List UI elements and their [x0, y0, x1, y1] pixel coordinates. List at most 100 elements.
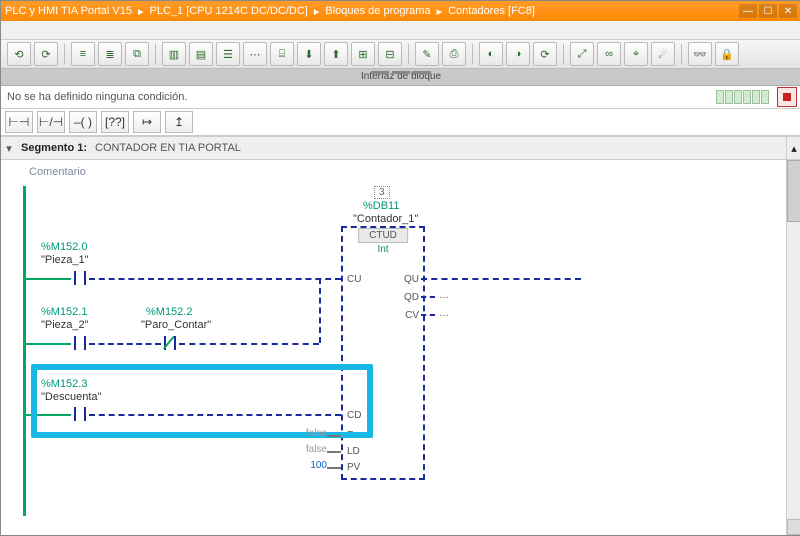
instance-index: 3	[374, 186, 390, 199]
segment-header: ▾ Segmento 1: CONTADOR EN TIA PORTAL ▴	[1, 136, 800, 160]
toolbar-button[interactable]: ▤	[189, 42, 213, 66]
power-rail	[23, 186, 26, 516]
ctud-block[interactable]: CTUD Int CU CD R LD PV QU QD CV	[341, 226, 425, 480]
breadcrumb-item[interactable]: PLC_1 [CPU 1214C DC/DC/DC]	[150, 5, 308, 17]
wire-cv	[421, 314, 435, 316]
pin-qu[interactable]: QU	[404, 274, 419, 285]
maximize-button[interactable]: ☐	[759, 4, 777, 18]
toolbar-button[interactable]: ⬆	[324, 42, 348, 66]
instance-db-address[interactable]: %DB11	[363, 200, 399, 212]
segment-comment[interactable]: Comentario	[1, 160, 786, 186]
toolbar-button[interactable]: ⧉	[125, 42, 149, 66]
lad-toolbar: ⊢⊣ ⊢/⊣ –( ) [??] ↦ ↥	[1, 109, 800, 136]
toolbar-button[interactable]: ✎	[415, 42, 439, 66]
minimize-button[interactable]: —	[739, 4, 757, 18]
pin-cu[interactable]: CU	[347, 274, 361, 285]
no-contact[interactable]	[71, 269, 89, 287]
toolbar-button[interactable]: 👓	[688, 42, 712, 66]
selection-highlight	[31, 364, 373, 438]
toolbar-button[interactable]: ⟳	[34, 42, 58, 66]
wire	[89, 278, 341, 280]
segment-title[interactable]: CONTADOR EN TIA PORTAL	[95, 142, 241, 154]
toolbar-button[interactable]: ☰	[216, 42, 240, 66]
toolbar-button[interactable]: ⬇	[297, 42, 321, 66]
toolbar-button[interactable]: ◑	[506, 42, 530, 66]
menu-bar[interactable]	[1, 21, 800, 40]
open-branch-button[interactable]: ↦	[133, 111, 161, 133]
breadcrumb-sep: ▸	[314, 5, 320, 18]
insert-box-button[interactable]: [??]	[101, 111, 129, 133]
tia-portal-window: PLC y HMI TIA Portal V15 ▸ PLC_1 [CPU 12…	[0, 0, 800, 536]
breadcrumb-item[interactable]: PLC y HMI TIA Portal V15	[5, 5, 132, 17]
param-stub	[327, 435, 341, 437]
operand-name[interactable]: "Pieza_2"	[41, 319, 89, 331]
vertical-scrollbar[interactable]	[786, 160, 800, 535]
toolbar-button[interactable]: ⋯	[243, 42, 267, 66]
param-stub	[327, 451, 341, 453]
scroll-down-button[interactable]	[787, 519, 800, 535]
operand-address[interactable]: %M152.0	[41, 241, 87, 253]
condition-row: No se ha definido ninguna condición.	[1, 86, 800, 109]
wire	[26, 343, 71, 345]
block-datatype: Int	[377, 244, 388, 255]
scrollbar-thumb[interactable]	[787, 160, 800, 222]
insert-coil-button[interactable]: –( )	[69, 111, 97, 133]
toolbar-button[interactable]: ◐	[479, 42, 503, 66]
nc-contact[interactable]	[161, 334, 179, 352]
toolbar-button[interactable]: ⤢	[570, 42, 594, 66]
breadcrumb-sep: ▸	[437, 5, 443, 18]
no-contact[interactable]	[71, 334, 89, 352]
wire	[89, 343, 161, 345]
main-toolbar: ⟲ ⟳ ≡ ≣ ⧉ ▥ ▤ ☰ ⋯ ⌸ ⬇ ⬆ ⊞ ⊟ ✎ ⎙ ◐ ◑ ⟳ ⤢ …	[1, 40, 800, 69]
param-ld-value[interactable]: false	[301, 444, 327, 455]
wire	[26, 278, 71, 280]
operand-address[interactable]: %M152.2	[146, 306, 192, 318]
toolbar-button[interactable]: ≣	[98, 42, 122, 66]
breadcrumb-sep: ▸	[138, 5, 144, 18]
segment-disclosure[interactable]: ▾	[1, 142, 17, 155]
scroll-up-button[interactable]: ▴	[786, 137, 800, 159]
toolbar-button[interactable]: ∞	[597, 42, 621, 66]
wire	[179, 343, 319, 345]
breadcrumb-item[interactable]: Contadores [FC8]	[448, 5, 535, 17]
network-canvas[interactable]: 3 %DB11 "Contador_1" CTUD Int CU CD R LD…	[1, 186, 786, 516]
title-bar: PLC y HMI TIA Portal V15 ▸ PLC_1 [CPU 12…	[1, 1, 800, 21]
led-strip-icon	[716, 90, 769, 104]
pin-pv[interactable]: PV	[347, 462, 360, 473]
toolbar-button[interactable]: ⟳	[533, 42, 557, 66]
lad-editor[interactable]: Comentario 3 %DB11 "Contador_1" CTUD Int…	[1, 160, 786, 535]
stop-button[interactable]	[777, 87, 797, 107]
close-branch-button[interactable]: ↥	[165, 111, 193, 133]
operand-name[interactable]: "Pieza_1"	[41, 254, 89, 266]
toolbar-button[interactable]: ≡	[71, 42, 95, 66]
toolbar-button[interactable]: ⊞	[351, 42, 375, 66]
insert-no-contact-button[interactable]: ⊢⊣	[5, 111, 33, 133]
segment-name[interactable]: Segmento 1:	[21, 142, 87, 154]
condition-text: No se ha definido ninguna condición.	[1, 86, 716, 108]
toolbar-button[interactable]: ⊟	[378, 42, 402, 66]
wire-vertical	[319, 278, 321, 343]
toolbar-button[interactable]: 🔒	[715, 42, 739, 66]
breadcrumb-item[interactable]: Bloques de programa	[325, 5, 430, 17]
editor-body: Comentario 3 %DB11 "Contador_1" CTUD Int…	[1, 160, 800, 535]
operand-name[interactable]: "Paro_Contar"	[141, 319, 211, 331]
toolbar-button[interactable]: ⟲	[7, 42, 31, 66]
toolbar-button[interactable]: ⎙	[442, 42, 466, 66]
toolbar-button[interactable]: ⌖	[624, 42, 648, 66]
operand-address[interactable]: %M152.1	[41, 306, 87, 318]
param-r-value[interactable]: false	[301, 428, 327, 439]
toolbar-button[interactable]: ▥	[162, 42, 186, 66]
insert-nc-contact-button[interactable]: ⊢/⊣	[37, 111, 65, 133]
interface-bar[interactable]: Interfaz de bloque	[1, 69, 800, 86]
param-stub	[327, 467, 341, 469]
toolbar-button[interactable]: ☄	[651, 42, 675, 66]
param-pv-value[interactable]: 100	[301, 460, 327, 471]
toolbar-button[interactable]: ⌸	[270, 42, 294, 66]
wire-qu	[421, 278, 581, 280]
qd-unassigned-icon: …	[439, 290, 449, 301]
pin-cv[interactable]: CV	[405, 310, 419, 321]
pin-qd[interactable]: QD	[404, 292, 419, 303]
pin-ld[interactable]: LD	[347, 446, 360, 457]
close-button[interactable]: ✕	[779, 4, 797, 18]
instance-db-name[interactable]: "Contador_1"	[353, 213, 418, 225]
